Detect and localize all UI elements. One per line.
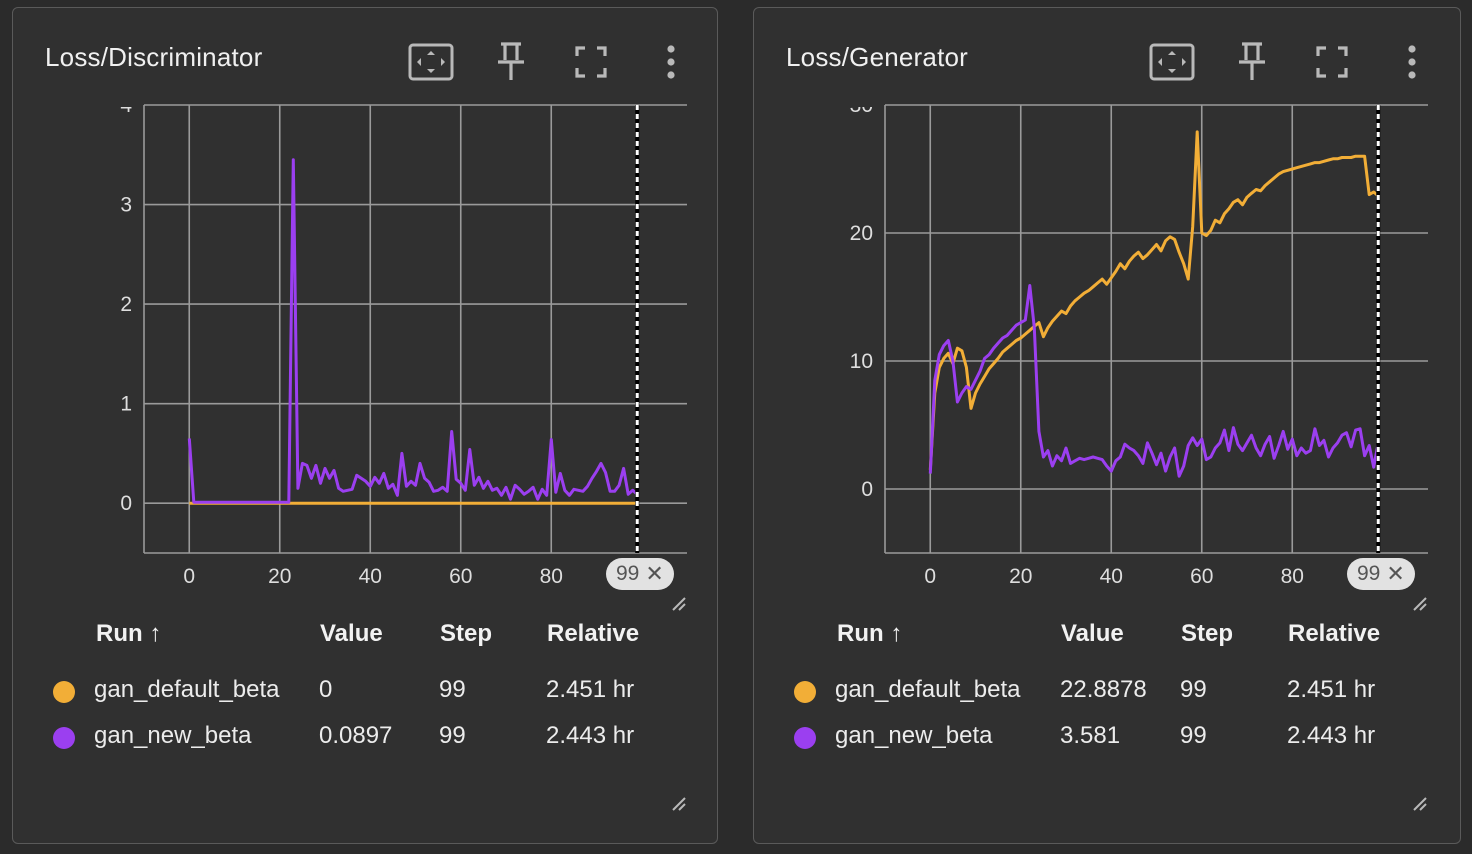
top-tick-mask xyxy=(94,75,142,107)
run-color-dot xyxy=(53,727,75,749)
x-tick-label: 40 xyxy=(1100,565,1123,588)
y-tick-label: 1 xyxy=(120,393,132,416)
run-color-dot xyxy=(53,681,75,703)
run-color-dot xyxy=(794,681,816,703)
header-value[interactable]: Value xyxy=(320,620,383,648)
step-chip-label: 99 xyxy=(1357,562,1381,585)
chart-resize-icon[interactable] xyxy=(671,596,687,612)
sort-arrow-icon: ↑ xyxy=(149,620,162,647)
run-step: 99 xyxy=(1180,676,1207,703)
close-icon[interactable]: ✕ xyxy=(645,561,663,587)
x-tick-label: 60 xyxy=(1190,565,1213,588)
run-color-dot xyxy=(794,727,816,749)
run-step: 99 xyxy=(439,722,466,749)
run-value: 3.581 xyxy=(1060,722,1121,749)
card-loss-discriminator: Loss/Discriminator 02040608001234 99✕ Ru… xyxy=(12,7,718,844)
series-line-gan_new_beta xyxy=(928,284,1380,478)
discriminator-line-chart[interactable]: 02040608001234 xyxy=(13,8,717,608)
run-relative: 2.443 hr xyxy=(1287,722,1376,749)
x-tick-label: 80 xyxy=(540,565,563,588)
header-run[interactable]: Run ↑ xyxy=(96,620,161,648)
card-resize-icon[interactable] xyxy=(671,796,687,812)
x-tick-label: 20 xyxy=(1009,565,1032,588)
series-line-gan_new_beta xyxy=(187,158,639,504)
run-step: 99 xyxy=(439,676,466,703)
header-relative[interactable]: Relative xyxy=(1288,620,1380,648)
top-tick-mask xyxy=(835,75,883,107)
header-value[interactable]: Value xyxy=(1061,620,1124,648)
x-tick-label: 60 xyxy=(449,565,472,588)
card-resize-icon[interactable] xyxy=(1412,796,1428,812)
x-tick-label: 40 xyxy=(359,565,382,588)
y-tick-label: 2 xyxy=(120,293,132,316)
step-chip[interactable]: 99 ✕ xyxy=(606,558,674,590)
header-step[interactable]: Step xyxy=(440,620,492,648)
x-tick-label: 20 xyxy=(268,565,291,588)
run-value: 0 xyxy=(319,676,333,703)
header-step[interactable]: Step xyxy=(1181,620,1233,648)
y-tick-label: 20 xyxy=(850,222,873,245)
run-step: 99 xyxy=(1180,722,1207,749)
x-tick-label: 0 xyxy=(183,565,195,588)
run-relative: 2.443 hr xyxy=(546,722,635,749)
y-tick-label: 3 xyxy=(120,194,132,217)
run-name: gan_default_beta xyxy=(835,676,1021,703)
close-icon[interactable]: ✕ xyxy=(1386,561,1404,587)
y-tick-label: 0 xyxy=(861,478,873,501)
header-relative[interactable]: Relative xyxy=(547,620,639,648)
grid-lines xyxy=(885,104,1428,553)
series-line-gan_default_beta xyxy=(928,130,1380,470)
run-name: gan_default_beta xyxy=(94,676,280,703)
run-value: 0.0897 xyxy=(319,722,393,749)
run-value: 22.8878 xyxy=(1060,676,1147,703)
header-run[interactable]: Run ↑ xyxy=(837,620,902,648)
step-chip-label: 99 xyxy=(616,562,640,585)
y-tick-label: 10 xyxy=(850,350,873,373)
generator-line-chart[interactable]: 0204060800102030 xyxy=(754,8,1460,608)
x-tick-label: 80 xyxy=(1281,565,1304,588)
run-name: gan_new_beta xyxy=(94,722,252,749)
y-tick-label: 0 xyxy=(120,492,132,515)
run-relative: 2.451 hr xyxy=(1287,676,1376,703)
card-loss-generator: Loss/Generator 0204060800102030 99✕ Run … xyxy=(753,7,1461,844)
chart-resize-icon[interactable] xyxy=(1412,596,1428,612)
run-relative: 2.451 hr xyxy=(546,676,635,703)
step-chip[interactable]: 99 ✕ xyxy=(1347,558,1415,590)
run-name: gan_new_beta xyxy=(835,722,993,749)
sort-arrow-icon: ↑ xyxy=(890,620,903,647)
x-tick-label: 0 xyxy=(924,565,936,588)
